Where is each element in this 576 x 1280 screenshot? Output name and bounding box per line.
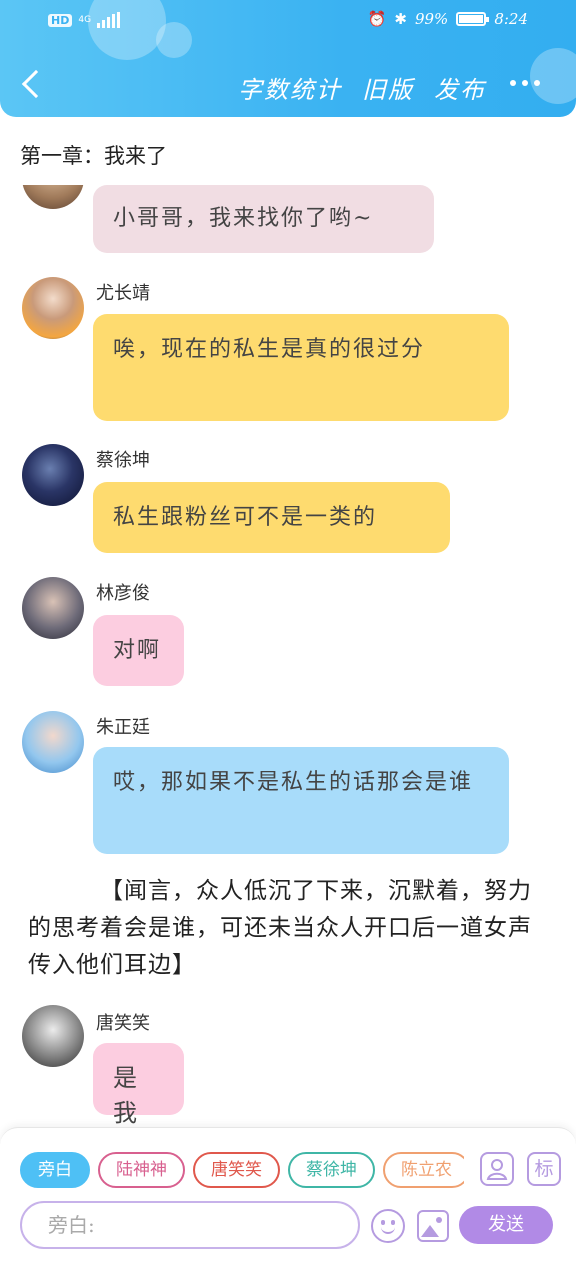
tag-icon[interactable]: 标 — [527, 1152, 561, 1186]
sender-name: 蔡徐坤 — [96, 450, 150, 471]
role-chip[interactable]: 唐笑笑 — [193, 1152, 280, 1188]
chapter-title: 第一章：我来了 — [20, 144, 167, 168]
status-bar: HD 4G ⏰ ✱ 99% 8:24 — [0, 8, 576, 34]
role-chip[interactable]: 陈立农 — [383, 1152, 464, 1188]
message-bubble: 是我 — [93, 1043, 184, 1127]
alarm-icon: ⏰ — [367, 10, 387, 28]
clock-time: 8:24 — [494, 10, 528, 28]
old-version-button[interactable]: 旧版 — [362, 70, 414, 105]
word-count-button[interactable]: 字数统计 — [238, 70, 342, 105]
image-icon[interactable] — [417, 1210, 449, 1242]
narration-text: 【闻言，众人低沉了下来，沉默着，努力的思考着会是谁，可还未当众人开口后一道女声传… — [28, 878, 532, 978]
avatar[interactable] — [22, 185, 84, 209]
message-bubble: 小哥哥，我来找你了哟~ — [93, 185, 434, 253]
back-button[interactable] — [18, 68, 51, 104]
hd-badge: HD — [48, 13, 73, 27]
send-button[interactable]: 发送 — [459, 1206, 553, 1244]
avatar[interactable] — [22, 1005, 84, 1067]
battery-icon — [456, 12, 490, 26]
message-bubble: 哎，那如果不是私生的话那会是谁 — [93, 747, 509, 854]
sender-name: 唐笑笑 — [96, 1013, 150, 1034]
avatar[interactable] — [22, 577, 84, 639]
bluetooth-icon: ✱ — [394, 10, 407, 28]
message-bubble: 唉，现在的私生是真的很过分 — [93, 314, 509, 421]
role-chip-list[interactable]: 旁白 陆神神 唐笑笑 蔡徐坤 陈立农 — [20, 1152, 464, 1190]
avatar[interactable] — [22, 277, 84, 339]
message-bubble: 对啊 — [93, 615, 184, 686]
sender-name: 朱正廷 — [96, 717, 150, 738]
network-type: 4G — [78, 14, 92, 25]
header-actions: 字数统计 旧版 发布 — [238, 70, 486, 105]
chat-area[interactable]: 小哥哥，我来找你了哟~ 尤长靖 唉，现在的私生是真的很过分 蔡徐坤 私生跟粉丝可… — [0, 185, 576, 1127]
signal-icon — [97, 12, 121, 28]
role-chip[interactable]: 蔡徐坤 — [288, 1152, 375, 1188]
decor-bubble — [530, 48, 576, 104]
sender-name: 尤长靖 — [96, 283, 150, 304]
chevron-left-icon — [21, 69, 51, 99]
publish-button[interactable]: 发布 — [434, 70, 486, 105]
battery-percent: 99% — [414, 10, 449, 28]
composer-panel: 旁白 陆神神 唐笑笑 蔡徐坤 陈立农 标 旁白: 发送 — [0, 1127, 576, 1280]
avatar[interactable] — [22, 444, 84, 506]
header-bar: HD 4G ⏰ ✱ 99% 8:24 字数统计 旧版 发布 — [0, 0, 576, 117]
role-chip[interactable]: 陆神神 — [98, 1152, 185, 1188]
avatar[interactable] — [22, 711, 84, 773]
add-character-icon[interactable] — [480, 1152, 514, 1186]
sender-name: 林彦俊 — [96, 583, 150, 604]
more-options-icon[interactable] — [510, 80, 540, 86]
emoji-icon[interactable] — [371, 1209, 405, 1243]
role-chip-narrator[interactable]: 旁白 — [20, 1152, 90, 1188]
message-input[interactable]: 旁白: — [20, 1201, 360, 1249]
message-bubble: 私生跟粉丝可不是一类的 — [93, 482, 450, 553]
